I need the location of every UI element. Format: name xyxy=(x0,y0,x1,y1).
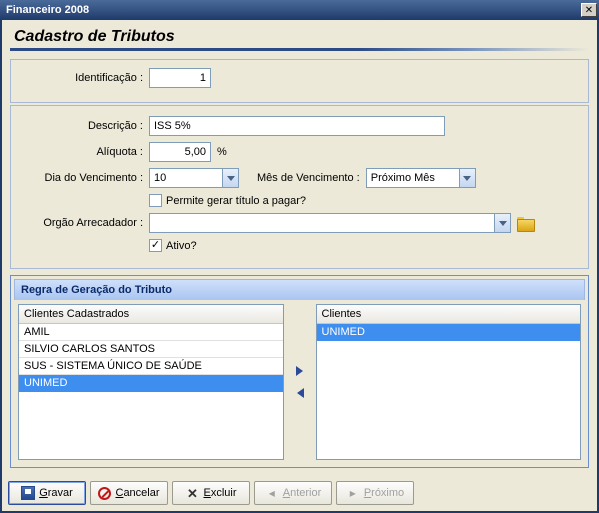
panel-detalhes: Descrição : Alíquota : % Dia do Vencimen… xyxy=(10,105,589,269)
list-item[interactable]: UNIMED xyxy=(19,375,283,392)
checkbox-icon xyxy=(149,194,162,207)
excluir-button[interactable]: ✕ Excluir xyxy=(172,481,250,505)
folder-icon[interactable] xyxy=(517,215,535,231)
label-identificacao: Identificação : xyxy=(19,72,149,84)
identificacao-field[interactable] xyxy=(149,68,211,88)
transfer-arrows xyxy=(288,364,312,400)
orgao-arrecadador-combo[interactable] xyxy=(149,213,511,233)
chevron-down-icon xyxy=(459,169,475,187)
list-item[interactable]: SILVIO CARLOS SANTOS xyxy=(19,341,283,358)
clientes-cadastrados-listbox[interactable]: Clientes Cadastrados AMILSILVIO CARLOS S… xyxy=(18,304,284,460)
chevron-down-icon xyxy=(494,214,510,232)
chevron-down-icon xyxy=(222,169,238,187)
cancelar-rest: ancelar xyxy=(123,487,159,499)
label-descricao: Descrição : xyxy=(19,120,149,132)
window-title: Financeiro 2008 xyxy=(2,4,89,16)
checkbox-icon: ✓ xyxy=(149,239,162,252)
anterior-button[interactable]: ◂ Anterior xyxy=(254,481,332,505)
list-item[interactable]: AMIL xyxy=(19,324,283,341)
proximo-rest: róximo xyxy=(371,487,404,499)
anterior-rest: nterior xyxy=(290,487,321,499)
list-item[interactable]: UNIMED xyxy=(317,324,581,341)
panel-identificacao: Identificação : xyxy=(10,59,589,103)
arrow-right-icon[interactable] xyxy=(293,364,307,378)
dia-vencimento-combo[interactable]: 10 xyxy=(149,168,239,188)
delete-icon: ✕ xyxy=(185,486,199,500)
mes-vencimento-value: Próximo Mês xyxy=(367,171,459,185)
prev-icon: ◂ xyxy=(265,486,279,500)
dia-vencimento-value: 10 xyxy=(150,171,222,185)
label-dia-vencimento: Dia do Vencimento : xyxy=(19,172,149,184)
panel-regra: Regra de Geração do Tributo Clientes Cad… xyxy=(10,275,589,468)
orgao-arrecadador-value xyxy=(150,222,494,224)
gravar-rest: ravar xyxy=(48,487,73,499)
list-item[interactable]: SUS - SISTEMA ÚNICO DE SAÚDE xyxy=(19,358,283,375)
label-aliquota: Alíquota : xyxy=(19,146,149,158)
gravar-button[interactable]: Gravar xyxy=(8,481,86,505)
clientes-header: Clientes xyxy=(317,305,581,324)
save-icon xyxy=(21,486,35,500)
descricao-field[interactable] xyxy=(149,116,445,136)
mes-vencimento-combo[interactable]: Próximo Mês xyxy=(366,168,476,188)
aliquota-suffix: % xyxy=(211,146,227,158)
permite-titulo-label: Permite gerar título a pagar? xyxy=(166,195,306,207)
page-title: Cadastro de Tributos xyxy=(6,24,593,48)
window-body: Cadastro de Tributos Identificação : Des… xyxy=(0,20,599,513)
window-close-button[interactable]: ✕ xyxy=(581,3,597,17)
title-underline xyxy=(10,48,589,51)
excluir-rest: xcluir xyxy=(211,487,237,499)
label-mes-vencimento: Mês de Vencimento : xyxy=(257,172,366,184)
button-bar: Gravar Cancelar ✕ Excluir ◂ Anterior ▸ P… xyxy=(8,481,591,505)
label-orgao: Orgão Arrecadador : xyxy=(19,217,149,229)
clientes-listbox[interactable]: Clientes UNIMED xyxy=(316,304,582,460)
proximo-button[interactable]: ▸ Próximo xyxy=(336,481,414,505)
ativo-label: Ativo? xyxy=(166,240,197,252)
arrow-left-icon[interactable] xyxy=(293,386,307,400)
clientes-cadastrados-header: Clientes Cadastrados xyxy=(19,305,283,324)
aliquota-field[interactable] xyxy=(149,142,211,162)
next-icon: ▸ xyxy=(346,486,360,500)
permite-titulo-checkbox[interactable]: Permite gerar título a pagar? xyxy=(149,194,306,207)
ativo-checkbox[interactable]: ✓ Ativo? xyxy=(149,239,197,252)
cancel-icon xyxy=(98,487,111,500)
window-titlebar: Financeiro 2008 ✕ xyxy=(0,0,599,20)
regra-title: Regra de Geração do Tributo xyxy=(14,279,585,300)
cancelar-button[interactable]: Cancelar xyxy=(90,481,168,505)
